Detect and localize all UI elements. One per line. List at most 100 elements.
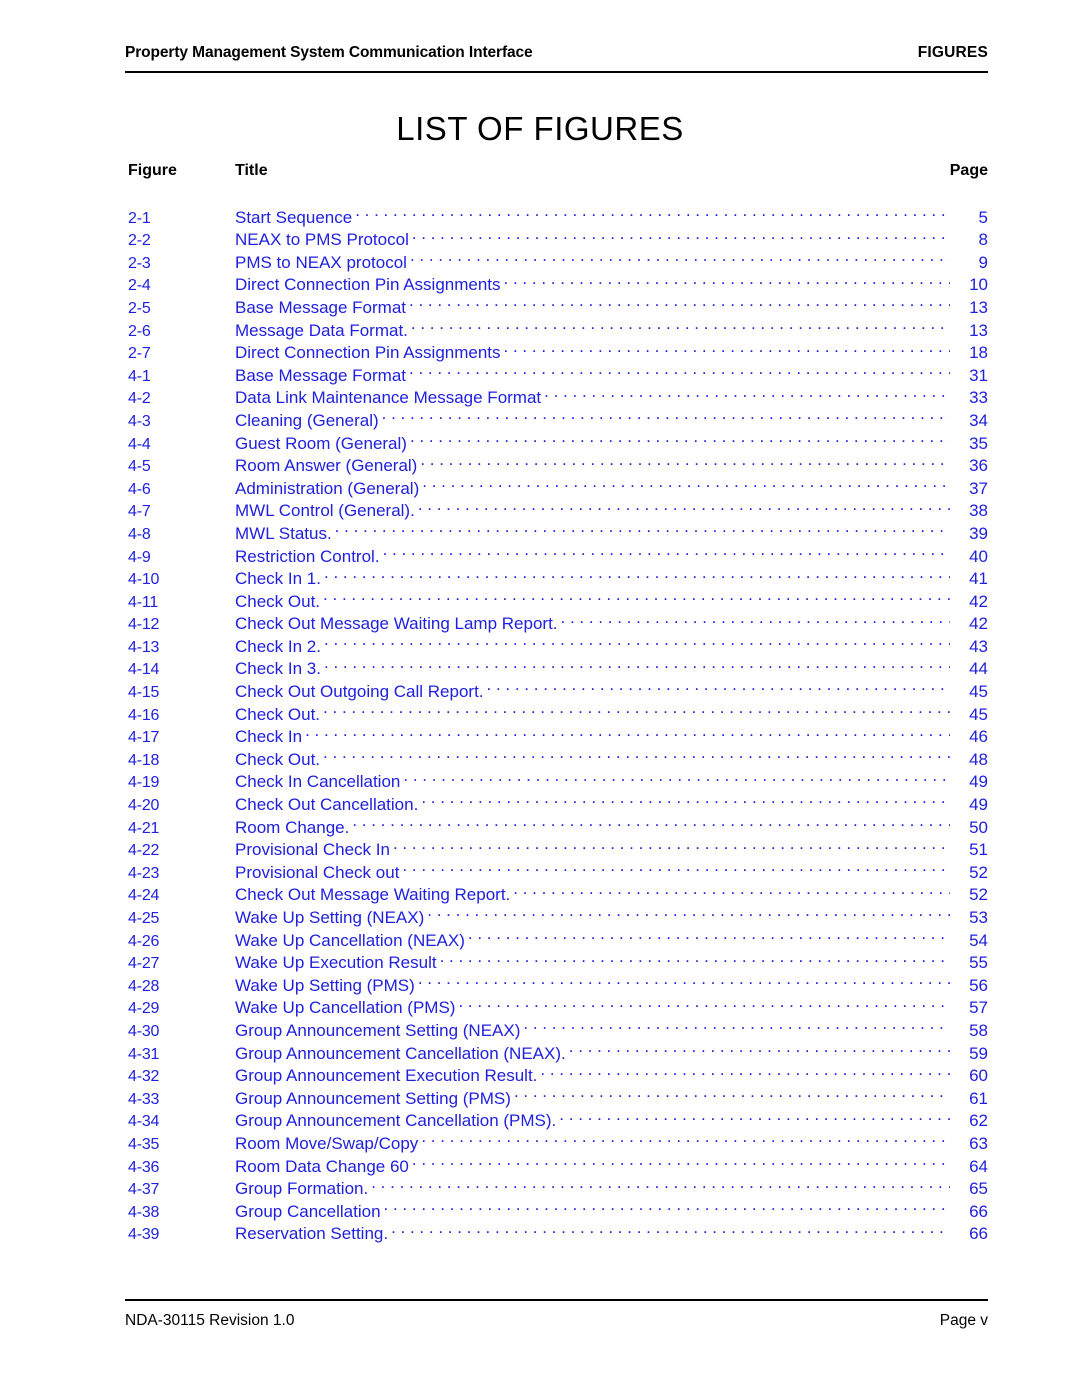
- dot-leader: [458, 991, 950, 1014]
- dot-leader: [468, 923, 950, 946]
- figure-number: 4-39: [128, 1226, 160, 1244]
- figure-entry-row[interactable]: 4-37Group Formation.65: [128, 1172, 988, 1199]
- column-header-figure: Figure: [128, 162, 177, 179]
- dot-leader: [544, 381, 950, 404]
- dot-leader: [412, 223, 950, 246]
- dot-leader: [384, 1194, 950, 1217]
- figure-entry-row[interactable]: 4-14Check In 3.44: [128, 652, 988, 679]
- dot-leader: [418, 494, 950, 517]
- figure-entry-row[interactable]: 4-4Guest Room (General)35: [128, 426, 988, 453]
- figure-entry-row[interactable]: 4-16Check Out.45: [128, 697, 988, 724]
- dot-leader: [440, 946, 950, 969]
- dot-leader: [324, 562, 950, 585]
- figure-entry-row[interactable]: 4-11Check Out.42: [128, 584, 988, 611]
- dot-leader: [421, 787, 950, 810]
- dot-leader: [324, 629, 950, 652]
- running-header-title: Property Management System Communication…: [125, 44, 533, 61]
- dot-leader: [418, 968, 950, 991]
- dot-leader: [383, 539, 950, 562]
- document-page: Property Management System Communication…: [0, 0, 1080, 1397]
- column-header-page: Page: [949, 162, 988, 179]
- figure-entry-row[interactable]: 4-26Wake Up Cancellation (NEAX)54: [128, 923, 988, 950]
- figure-entry-row[interactable]: 4-24Check Out Message Waiting Report.52: [128, 878, 988, 905]
- figure-entry-row[interactable]: 4-29Wake Up Cancellation (PMS)57: [128, 991, 988, 1018]
- dot-leader: [323, 584, 950, 607]
- figure-entry-row[interactable]: 4-33Group Announcement Setting (PMS)61: [128, 1081, 988, 1108]
- figure-entry-row[interactable]: 4-35Room Move/Swap/Copy63: [128, 1126, 988, 1153]
- dot-leader: [412, 1149, 950, 1172]
- figure-entry-row[interactable]: 4-19Check In Cancellation49: [128, 765, 988, 792]
- dot-leader: [487, 674, 950, 697]
- figure-entry-row[interactable]: 4-13Check In 2.43: [128, 629, 988, 656]
- figure-entry-row[interactable]: 4-22Provisional Check In51: [128, 833, 988, 860]
- dot-leader: [403, 765, 950, 788]
- dot-leader: [323, 697, 950, 720]
- page-title: LIST OF FIGURES: [396, 110, 684, 147]
- column-headers: Figure Title Page: [128, 162, 988, 182]
- figure-entry-row[interactable]: 4-7MWL Control (General).38: [128, 494, 988, 521]
- figure-entry-row[interactable]: 4-17Check In46: [128, 720, 988, 747]
- footer-rule: [125, 1299, 988, 1301]
- dot-leader: [523, 1013, 950, 1036]
- figure-entry-row[interactable]: 4-2Data Link Maintenance Message Format3…: [128, 381, 988, 408]
- running-header-section: FIGURES: [917, 44, 988, 61]
- figure-entry-row[interactable]: 4-5Room Answer (General)36: [128, 449, 988, 476]
- dot-leader: [421, 1126, 950, 1149]
- dot-leader: [355, 200, 950, 223]
- figure-entry-row[interactable]: 4-38Group Cancellation66: [128, 1194, 988, 1221]
- figure-entry-row[interactable]: 4-39 Reservation Setting. 66: [128, 1217, 988, 1244]
- figure-entry-row[interactable]: 4-9Restriction Control.40: [128, 539, 988, 566]
- dot-leader: [514, 1081, 950, 1104]
- figure-entry-row[interactable]: 2-6Message Data Format.13: [128, 313, 988, 340]
- figure-page-number: 66: [969, 1224, 988, 1244]
- dot-leader: [323, 742, 950, 765]
- dot-leader: [410, 245, 950, 268]
- figure-entry-row[interactable]: 2-1Start Sequence5: [128, 200, 988, 227]
- dot-leader: [561, 607, 950, 630]
- dot-leader: [422, 471, 950, 494]
- dot-leader: [409, 358, 950, 381]
- figure-entry-row[interactable]: 4-6Administration (General)37: [128, 471, 988, 498]
- figure-entry-row[interactable]: 4-20Check Out Cancellation.49: [128, 787, 988, 814]
- figure-entry-row[interactable]: 4-10Check In 1.41: [128, 562, 988, 589]
- dot-leader: [305, 720, 950, 743]
- dot-leader: [371, 1172, 950, 1195]
- figure-entry-row[interactable]: 2-3PMS to NEAX protocol9: [128, 245, 988, 272]
- figure-entry-row[interactable]: 2-7Direct Connection Pin Assignments18: [128, 336, 988, 363]
- running-footer: NDA-30115 Revision 1.0 Page v: [125, 1312, 988, 1330]
- figure-entry-row[interactable]: 4-15Check Out Outgoing Call Report.45: [128, 674, 988, 701]
- dot-leader: [410, 426, 950, 449]
- figure-entry-row[interactable]: 4-3Cleaning (General)34: [128, 403, 988, 430]
- figure-entry-row[interactable]: 4-8MWL Status.39: [128, 516, 988, 543]
- figure-entry-row[interactable]: 4-27Wake Up Execution Result55: [128, 946, 988, 973]
- list-of-figures: 2-1Start Sequence52-2NEAX to PMS Protoco…: [128, 200, 988, 1244]
- dot-leader: [393, 833, 950, 856]
- figure-entry-row[interactable]: 4-23Provisional Check out52: [128, 855, 988, 882]
- figure-entry-row[interactable]: 4-1Base Message Format31: [128, 358, 988, 385]
- dot-leader: [402, 855, 950, 878]
- dot-leader: [324, 652, 950, 675]
- figure-entry-row[interactable]: 4-25Wake Up Setting (NEAX)53: [128, 900, 988, 927]
- running-header: Property Management System Communication…: [125, 44, 988, 62]
- figure-entry-row[interactable]: 4-12 Check Out Message Waiting Lamp Repor…: [128, 607, 988, 634]
- dot-leader: [382, 403, 950, 426]
- figure-entry-row[interactable]: 4-32 Group Announcement Execution Result.…: [128, 1059, 988, 1086]
- figure-entry-row[interactable]: 4-36Room Data Change 6064: [128, 1149, 988, 1176]
- dot-leader: [409, 290, 950, 313]
- dot-leader: [569, 1036, 950, 1059]
- figure-entry-row[interactable]: 4-31 Group Announcement Cancellation (NEA…: [128, 1036, 988, 1063]
- dot-leader: [559, 1104, 950, 1127]
- figure-entry-row[interactable]: 2-2NEAX to PMS Protocol8: [128, 223, 988, 250]
- figure-entry-row[interactable]: 4-18Check Out.48: [128, 742, 988, 769]
- figure-entry-row[interactable]: 4-28Wake Up Setting (PMS)56: [128, 968, 988, 995]
- dot-leader: [411, 313, 950, 336]
- figure-entry-row[interactable]: 4-21Room Change.50: [128, 810, 988, 837]
- column-header-title: Title: [235, 162, 268, 179]
- dot-leader: [335, 516, 950, 539]
- figure-title: Reservation Setting.: [235, 1224, 389, 1244]
- figure-entry-row[interactable]: 4-30Group Announcement Setting (NEAX)58: [128, 1013, 988, 1040]
- page-number: Page v: [939, 1312, 988, 1329]
- figure-entry-row[interactable]: 2-4Direct Connection Pin Assignments10: [128, 268, 988, 295]
- figure-entry-row[interactable]: 4-34 Group Announcement Cancellation (PMS…: [128, 1104, 988, 1131]
- figure-entry-row[interactable]: 2-5Base Message Format13: [128, 290, 988, 317]
